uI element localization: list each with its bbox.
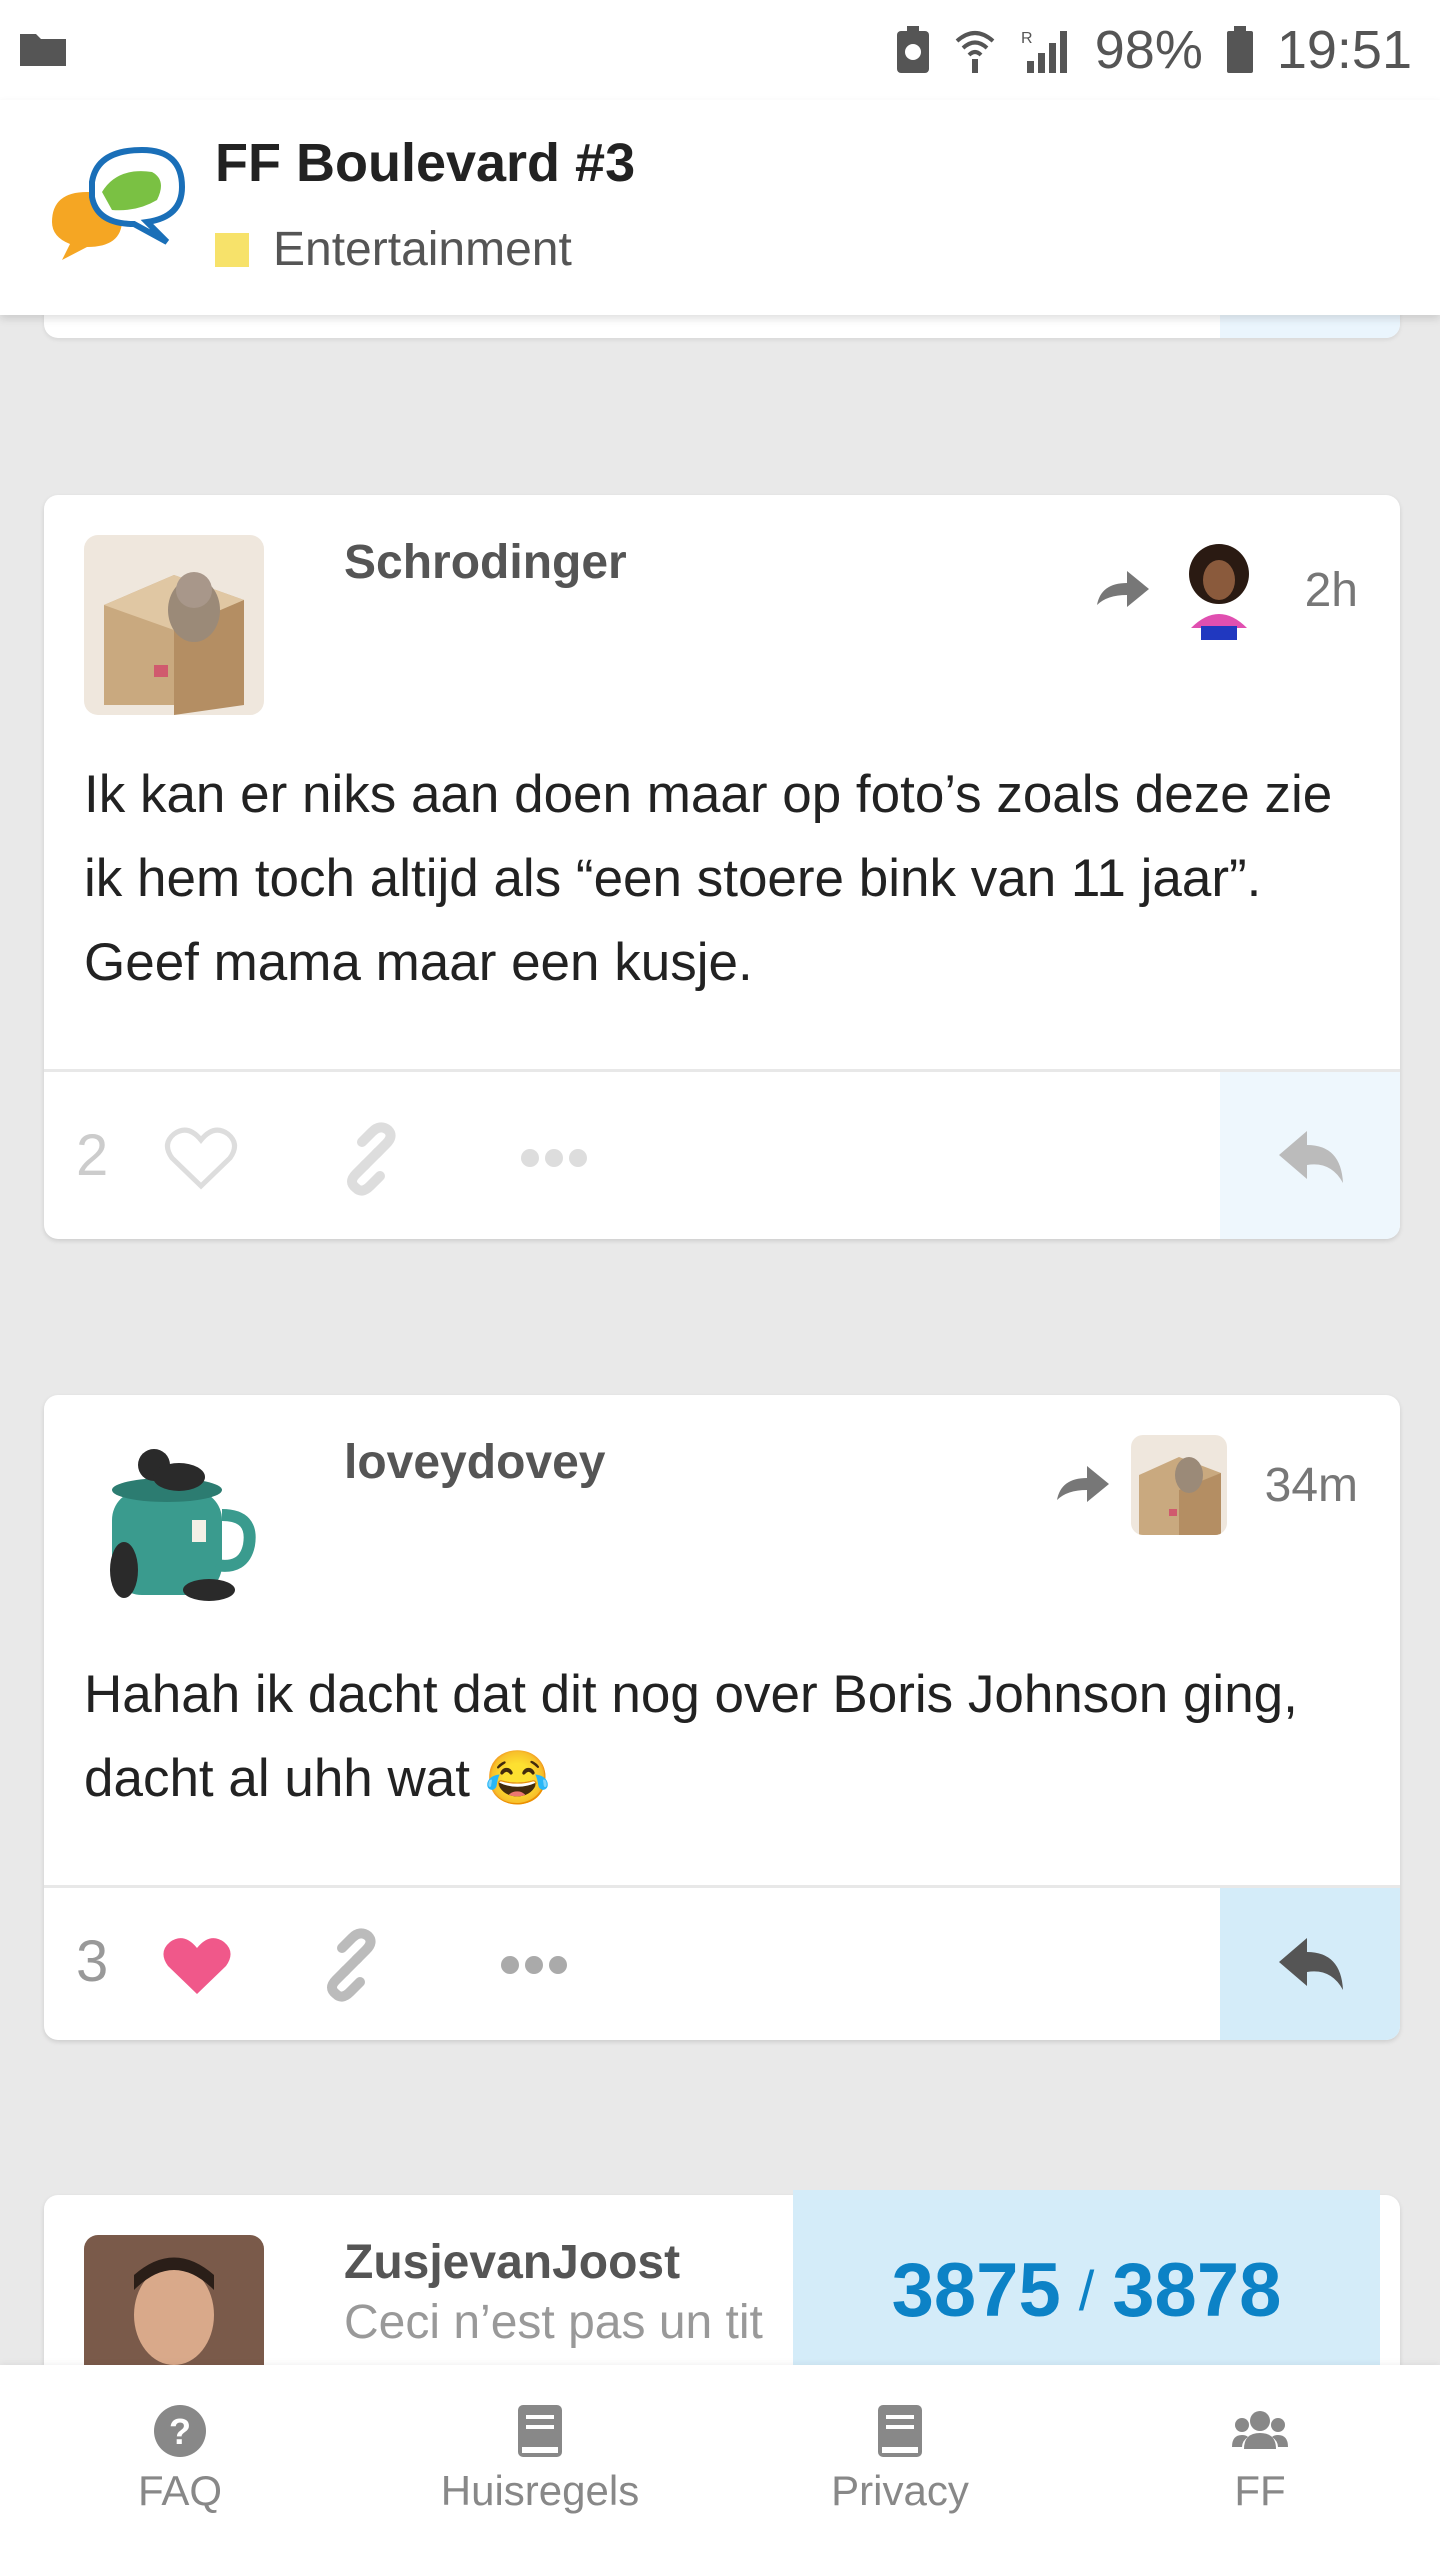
signal-label: R (1021, 30, 1033, 47)
reply-to-avatar[interactable] (1170, 540, 1267, 640)
category-label: Entertainment (273, 223, 572, 276)
post-topic-title: Ceci n’est pas un tit (344, 2296, 763, 2349)
cat-in-box-avatar-icon (84, 535, 264, 715)
footer-item-ff[interactable]: FF (1140, 2403, 1380, 2515)
more-options-icon[interactable] (499, 1954, 569, 1976)
post-meta: 34m (1053, 1435, 1358, 1535)
footer-nav: ? FAQ Huisregels Privacy FF (0, 2365, 1440, 2560)
post-card: Schrodinger 2h Ik kan er niks aan doen m… (44, 495, 1400, 1239)
link-icon[interactable] (314, 1928, 388, 2002)
book-icon (878, 2405, 922, 2457)
svg-text:?: ? (169, 2411, 191, 2452)
battery-percent: 98% (1094, 20, 1203, 80)
progress-separator: / (1078, 2258, 1095, 2322)
reply-button[interactable] (1220, 1072, 1400, 1239)
heart-filled-icon[interactable] (160, 1932, 234, 1998)
post-username[interactable]: Schrodinger (344, 535, 627, 590)
post-actions: 2 (44, 1069, 1400, 1239)
link-icon[interactable] (334, 1122, 408, 1196)
post-body: Hahah ik dacht dat dit nog over Boris Jo… (84, 1653, 1360, 1821)
post-username[interactable]: loveydovey (344, 1435, 605, 1490)
reply-button[interactable] (1220, 1888, 1400, 2040)
reply-to-icon[interactable] (1053, 1462, 1113, 1508)
progress-total: 3878 (1112, 2247, 1282, 2333)
signal-icon: R (1021, 30, 1067, 73)
battery-saver-icon (896, 26, 929, 73)
post-actions: 3 (44, 1885, 1400, 2040)
clock: 19:51 (1276, 20, 1412, 80)
post-time[interactable]: 2h (1305, 563, 1358, 618)
folder-icon (20, 34, 66, 66)
progress-current: 3875 (891, 2247, 1061, 2333)
footer-item-huisregels[interactable]: Huisregels (420, 2403, 660, 2515)
post-card: loveydovey 34m Hahah ik dacht dat dit no… (44, 1395, 1400, 2040)
footer-item-faq[interactable]: ? FAQ (60, 2403, 300, 2515)
site-logo-icon (52, 146, 186, 260)
reply-to-avatar[interactable] (1130, 1435, 1227, 1535)
users-icon (1232, 2411, 1288, 2449)
post-progress-counter[interactable]: 3875 / 3878 (793, 2190, 1380, 2390)
battery-icon (1226, 26, 1253, 73)
post-time[interactable]: 34m (1265, 1458, 1358, 1513)
reply-icon (1279, 1938, 1343, 1990)
footer-label: Privacy (831, 2467, 969, 2514)
like-count: 3 (76, 1929, 109, 1994)
like-count: 2 (76, 1123, 109, 1188)
category-link[interactable]: Entertainment (215, 222, 572, 277)
footer-item-privacy[interactable]: Privacy (780, 2403, 1020, 2515)
post-body-text: Hahah ik dacht dat dit nog over Boris Jo… (84, 1665, 1298, 1808)
avatar[interactable] (84, 1435, 264, 1615)
heart-outline-icon[interactable] (164, 1124, 238, 1190)
footer-label: Huisregels (440, 2467, 640, 2514)
footer-label: FF (1234, 2467, 1286, 2514)
topic-header: FF Boulevard #3 Entertainment (0, 100, 1440, 315)
category-color-badge (215, 232, 249, 267)
post-meta: 2h (1093, 540, 1358, 640)
post-username[interactable]: ZusjevanJoost (344, 2235, 680, 2290)
wifi-icon (955, 31, 995, 73)
more-options-icon[interactable] (519, 1147, 589, 1169)
cats-mug-avatar-icon (84, 1435, 264, 1615)
book-icon (518, 2405, 562, 2457)
status-bar: R 98% 19:51 (0, 0, 1440, 100)
post-body: Ik kan er niks aan doen maar op foto’s z… (84, 765, 1333, 992)
reply-icon (1279, 1131, 1343, 1183)
page-title[interactable]: FF Boulevard #3 (215, 132, 635, 194)
footer-label: FAQ (137, 2467, 223, 2514)
reply-to-icon[interactable] (1093, 567, 1153, 613)
laughing-emoji: 😂 (484, 1749, 551, 1808)
question-icon: ? (154, 2405, 206, 2457)
avatar[interactable] (84, 535, 264, 715)
